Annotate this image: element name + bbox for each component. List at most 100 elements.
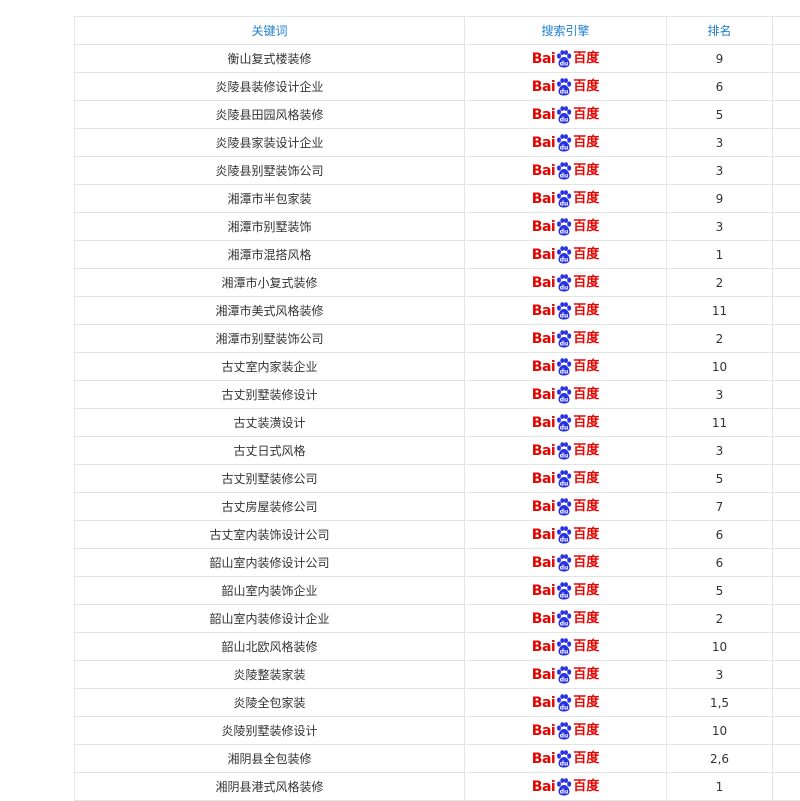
baidu-logo-text-left: Bai [532,136,555,150]
svg-text:du: du [560,480,569,487]
baidu-paw-icon: du [556,134,572,152]
svg-text:du: du [560,620,569,627]
baidu-logo-text-right: 百度 [573,612,599,625]
search-engine-cell: Bai du 百度 [465,605,667,633]
baidu-logo-text-left: Bai [532,416,555,430]
baidu-logo: Bai du 百度 [532,749,599,769]
search-engine-cell: Bai du 百度 [465,465,667,493]
baidu-logo-text-right: 百度 [573,780,599,793]
header-rank: 排名 [667,17,773,45]
extra-cell [773,465,800,493]
baidu-logo-text-right: 百度 [573,724,599,737]
search-engine-cell: Bai du 百度 [465,241,667,269]
keyword-cell: 韶山室内装修设计公司 [75,549,465,577]
baidu-logo: Bai du 百度 [532,161,599,181]
baidu-logo-text-left: Bai [532,52,555,66]
baidu-logo-text-right: 百度 [573,584,599,597]
table-row: 古丈装潢设计 Bai du 百度 11 [75,409,800,437]
baidu-logo-text-right: 百度 [573,556,599,569]
baidu-logo: Bai du 百度 [532,497,599,517]
extra-cell [773,269,800,297]
search-engine-cell: Bai du 百度 [465,381,667,409]
extra-cell [773,773,800,801]
rank-cell: 1 [667,241,773,269]
baidu-logo-text-left: Bai [532,752,555,766]
search-engine-cell: Bai du 百度 [465,297,667,325]
extra-cell [773,661,800,689]
baidu-logo-text-left: Bai [532,444,555,458]
search-engine-cell: Bai du 百度 [465,101,667,129]
table-row: 炎陵全包家装 Bai du 百度 1,5 [75,689,800,717]
extra-cell [773,213,800,241]
baidu-logo-text-right: 百度 [573,388,599,401]
table-row: 炎陵县装修设计企业 Bai du 百度 6 [75,73,800,101]
rank-cell: 3 [667,129,773,157]
table-header-row: 关键词 搜索引擎 排名 [75,17,800,45]
extra-cell [773,549,800,577]
baidu-logo-text-left: Bai [532,668,555,682]
table-row: 炎陵县别墅装饰公司 Bai du 百度 3 [75,157,800,185]
baidu-logo-text-left: Bai [532,248,555,262]
baidu-logo-text-left: Bai [532,612,555,626]
baidu-logo: Bai du 百度 [532,665,599,685]
keyword-cell: 湘潭市别墅装饰 [75,213,465,241]
baidu-logo: Bai du 百度 [532,469,599,489]
baidu-paw-icon: du [556,106,572,124]
rank-cell: 1,5 [667,689,773,717]
header-keyword: 关键词 [75,17,465,45]
svg-text:du: du [560,704,569,711]
keyword-cell: 湘阴县港式风格装修 [75,773,465,801]
baidu-paw-icon: du [556,666,572,684]
keyword-cell: 韶山北欧风格装修 [75,633,465,661]
search-engine-cell: Bai du 百度 [465,409,667,437]
svg-text:du: du [560,732,569,739]
search-engine-cell: Bai du 百度 [465,73,667,101]
table-row: 韶山室内装修设计企业 Bai du 百度 2 [75,605,800,633]
extra-cell [773,689,800,717]
search-engine-cell: Bai du 百度 [465,745,667,773]
baidu-logo: Bai du 百度 [532,721,599,741]
baidu-logo: Bai du 百度 [532,301,599,321]
baidu-logo: Bai du 百度 [532,273,599,293]
baidu-paw-icon: du [556,218,572,236]
keyword-cell: 衡山复式楼装修 [75,45,465,73]
baidu-paw-icon: du [556,498,572,516]
rank-cell: 1 [667,773,773,801]
baidu-logo-text-left: Bai [532,780,555,794]
search-engine-cell: Bai du 百度 [465,129,667,157]
table-row: 古丈别墅装修公司 Bai du 百度 5 [75,465,800,493]
baidu-paw-icon: du [556,554,572,572]
baidu-logo: Bai du 百度 [532,553,599,573]
keyword-cell: 古丈别墅装修公司 [75,465,465,493]
rank-cell: 2 [667,605,773,633]
extra-cell [773,409,800,437]
keyword-cell: 古丈装潢设计 [75,409,465,437]
rank-cell: 2 [667,325,773,353]
rank-cell: 9 [667,185,773,213]
rank-cell: 9 [667,45,773,73]
baidu-paw-icon: du [556,750,572,768]
table-row: 炎陵整装家装 Bai du 百度 3 [75,661,800,689]
baidu-paw-icon: du [556,274,572,292]
baidu-logo-text-left: Bai [532,584,555,598]
search-engine-cell: Bai du 百度 [465,437,667,465]
baidu-paw-icon: du [556,694,572,712]
baidu-logo-text-left: Bai [532,80,555,94]
search-engine-cell: Bai du 百度 [465,717,667,745]
svg-text:du: du [560,340,569,347]
keyword-cell: 炎陵县装修设计企业 [75,73,465,101]
baidu-logo-text-left: Bai [532,472,555,486]
table-body: 衡山复式楼装修 Bai du 百度 9 炎陵县 [75,45,800,801]
keyword-cell: 炎陵县别墅装饰公司 [75,157,465,185]
baidu-paw-icon: du [556,470,572,488]
extra-cell [773,73,800,101]
search-engine-cell: Bai du 百度 [465,661,667,689]
rank-cell: 5 [667,577,773,605]
rank-cell: 2 [667,269,773,297]
baidu-logo: Bai du 百度 [532,217,599,237]
baidu-logo: Bai du 百度 [532,49,599,69]
rank-cell: 3 [667,213,773,241]
extra-cell [773,325,800,353]
table-row: 炎陵县家装设计企业 Bai du 百度 3 [75,129,800,157]
search-engine-cell: Bai du 百度 [465,213,667,241]
